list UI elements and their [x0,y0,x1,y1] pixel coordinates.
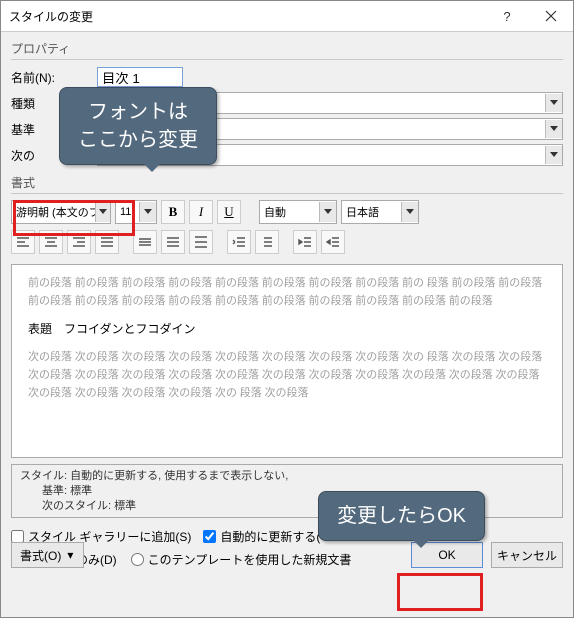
chevron-down-icon [401,202,418,222]
window-title: スタイルの変更 [1,8,93,25]
close-button[interactable] [529,1,573,31]
paragraph-toolbar [11,230,563,254]
line-spacing-15-button[interactable] [161,230,185,254]
font-toolbar: 游明朝 (本文のフ 11 B I U 自動 日本語 [11,200,563,224]
chevron-down-icon [139,202,156,222]
highlight-ok-button [397,573,483,611]
language-combo[interactable]: 日本語 [341,200,419,224]
line-spacing-1-button[interactable] [133,230,157,254]
titlebar: スタイルの変更 ? [1,1,573,32]
underline-button[interactable]: U [217,200,241,224]
align-left-button[interactable] [11,230,35,254]
next-label: 次の [11,147,97,164]
style-type-combo[interactable] [97,92,563,114]
align-center-button[interactable] [39,230,63,254]
cancel-button[interactable]: キャンセル [491,542,563,568]
line-spacing-2-button[interactable] [189,230,213,254]
name-label: 名前(N): [11,69,97,86]
italic-button[interactable]: I [189,200,213,224]
format-heading: 書式 [11,174,563,191]
format-button[interactable]: 書式(O) ▾ [11,542,84,568]
bold-button[interactable]: B [161,200,185,224]
properties-heading: プロパティ [11,40,563,57]
type-label: 種類 [11,95,97,112]
base-label: 基準 [11,121,97,138]
chevron-down-icon: ▾ [65,548,75,562]
preview-before: 前の段落 前の段落 前の段落 前の段落 前の段落 前の段落 前の段落 前の段落 … [28,275,546,310]
style-base-combo[interactable] [97,118,563,140]
chevron-down-icon [319,202,336,222]
modify-style-dialog: スタイルの変更 ? プロパティ 名前(N): 種類 基準 次の 書式 [0,0,574,618]
font-size-combo[interactable]: 11 [115,200,157,224]
font-name-combo[interactable]: 游明朝 (本文のフ [11,200,111,224]
preview-pane: 前の段落 前の段落 前の段落 前の段落 前の段落 前の段落 前の段落 前の段落 … [11,264,563,458]
space-before-inc-button[interactable] [227,230,251,254]
ok-button[interactable]: OK [411,542,483,568]
indent-inc-button[interactable] [321,230,345,254]
align-right-button[interactable] [67,230,91,254]
style-name-input[interactable] [97,67,183,87]
space-before-dec-button[interactable] [255,230,279,254]
help-button[interactable]: ? [485,1,529,31]
preview-sample: 表題 フコイダンとフコダイン [28,320,546,339]
align-justify-button[interactable] [95,230,119,254]
chevron-down-icon [95,202,110,222]
preview-after: 次の段落 次の段落 次の段落 次の段落 次の段落 次の段落 次の段落 次の段落 … [28,349,546,402]
style-next-combo[interactable] [97,144,563,166]
font-color-combo[interactable]: 自動 [259,200,337,224]
indent-dec-button[interactable] [293,230,317,254]
style-description: スタイル: 自動的に更新する, 使用するまで表示しない, 基準: 標準 次のスタ… [11,464,563,518]
